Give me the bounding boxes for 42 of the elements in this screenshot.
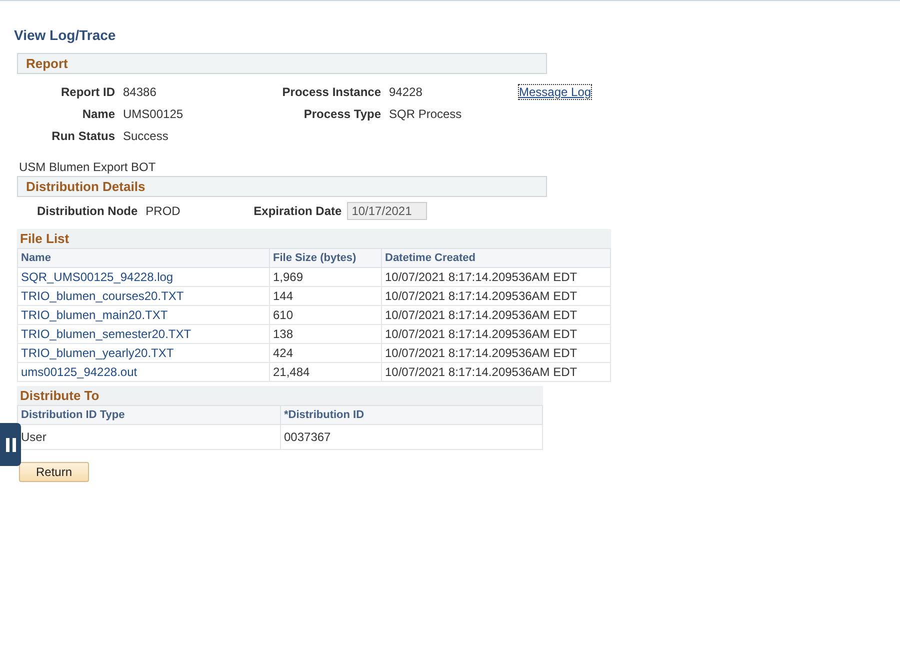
field-label: Distribution Node bbox=[37, 204, 138, 218]
field-value: PROD bbox=[146, 204, 182, 218]
column-header: File Size (bytes) bbox=[270, 248, 382, 268]
pause-icon bbox=[6, 438, 16, 452]
section-header: Report bbox=[17, 53, 547, 74]
table-cell: 21,484 bbox=[270, 362, 382, 382]
table-title: Distribute To bbox=[17, 386, 543, 405]
table-cell: 10/07/2021 8:17:14.209536AM EDT bbox=[382, 324, 610, 344]
field-label: Name bbox=[81, 107, 115, 121]
pause-tab[interactable] bbox=[0, 423, 21, 466]
field-value: 84386 bbox=[123, 85, 158, 99]
table-cell: 144 bbox=[270, 286, 382, 306]
field-label: Expiration Date bbox=[254, 204, 342, 218]
table-cell: 10/07/2021 8:17:14.209536AM EDT bbox=[382, 362, 610, 382]
table-title: File List bbox=[17, 229, 611, 248]
field-value: Success bbox=[123, 129, 170, 143]
field-label: Report ID bbox=[60, 85, 115, 99]
table-cell: 10/07/2021 8:17:14.209536AM EDT bbox=[382, 344, 610, 362]
table-cell: 424 bbox=[270, 344, 382, 362]
table-cell: 10/07/2021 8:17:14.209536AM EDT bbox=[382, 306, 610, 324]
field-value: SQR Process bbox=[389, 107, 463, 121]
section-header: Distribution Details bbox=[17, 176, 547, 197]
description-text: USM Blumen Export BOT bbox=[19, 160, 157, 174]
field-label: Run Status bbox=[50, 129, 115, 143]
table-cell: 10/07/2021 8:17:14.209536AM EDT bbox=[382, 286, 610, 306]
date-field[interactable]: 10/17/2021 bbox=[346, 202, 427, 220]
column-header: Datetime Created bbox=[382, 248, 610, 268]
table-cell: 610 bbox=[270, 306, 382, 324]
table-cell: 10/07/2021 8:17:14.209536AM EDT bbox=[382, 268, 610, 286]
table-cell: 138 bbox=[270, 324, 382, 344]
return-button[interactable]: Return bbox=[19, 462, 89, 482]
field-label: Process Type bbox=[302, 107, 381, 121]
field-value: 94228 bbox=[389, 85, 424, 99]
table-cell: 0037367 bbox=[280, 424, 542, 450]
field-label: Process Instance bbox=[281, 85, 381, 99]
column-header: Name bbox=[18, 248, 270, 268]
message-log-link[interactable]: Message Log bbox=[519, 85, 592, 99]
table-cell: 1,969 bbox=[270, 268, 382, 286]
column-header: Distribution ID Type bbox=[18, 406, 280, 424]
column-header: *Distribution ID bbox=[280, 406, 542, 424]
page-title: View Log/Trace bbox=[14, 27, 117, 43]
field-value: UMS00125 bbox=[123, 107, 184, 121]
